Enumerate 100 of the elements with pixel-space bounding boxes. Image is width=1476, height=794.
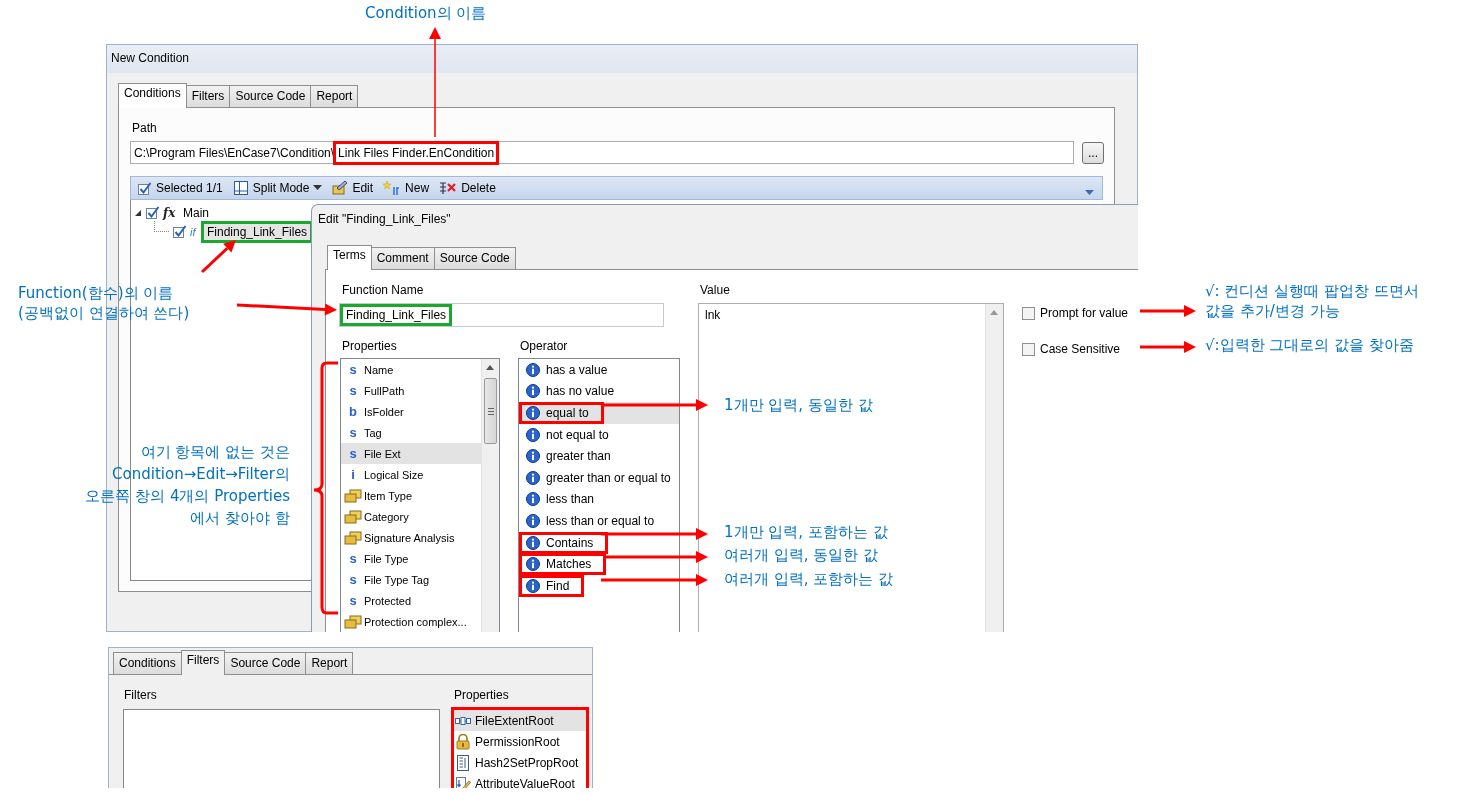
annotation-text: 여기 항목에 없는 것은 Condition→Edit→Filter의 오른쪽 창의 4개의 Properties 에서 찾아야 함 [85,442,290,529]
operator-item[interactable]: not equal to [519,423,679,446]
property-item[interactable]: Protection complex... [341,611,482,632]
annotation-text: 여러개 입력, 동일한 값 [724,545,879,565]
folder-icon [344,509,362,524]
type-icon: s [347,593,359,608]
tab[interactable]: Comment [370,247,435,269]
document-icon [455,754,471,771]
tab[interactable]: Report [305,652,354,674]
property-item[interactable]: FileExtentRoot [454,710,586,731]
split-view-icon [232,180,249,196]
lock-icon [455,733,471,750]
operator-item[interactable]: has a value [519,359,679,381]
annotation-text: √: 컨디션 실행때 팝업창 뜨면서 값을 추가/변경 가능 [1205,281,1419,321]
property-item[interactable]: s Name [341,359,482,380]
tab[interactable]: Source Code [224,652,307,674]
tab[interactable]: Filters [185,85,231,107]
function-icon: fx [163,205,177,220]
window-title: New Condition [111,50,190,67]
list-label: Properties [342,339,397,353]
info-icon [525,512,541,529]
checkbox-label[interactable]: Prompt for value [1040,306,1129,320]
tab[interactable]: Source Code [433,247,516,269]
operator-item[interactable]: less than [519,488,679,511]
checkbox[interactable] [1022,306,1035,320]
property-item[interactable]: Hash2SetPropRoot [454,752,586,773]
field-label: Value [700,283,730,297]
property-item[interactable]: s File Ext [341,443,482,464]
checkbox[interactable] [172,224,187,239]
scroll-thumb[interactable] [484,378,497,444]
property-item[interactable]: s Tag [341,422,482,443]
annotation-text: 여러개 입력, 포함하는 값 [724,569,894,589]
operator-item[interactable]: greater than or equal to [519,466,679,489]
info-icon [525,383,541,400]
scrollbar[interactable] [481,359,499,632]
info-icon [525,556,541,573]
browse-button[interactable]: ... [1082,141,1104,164]
annotation-text: √:입력한 그대로의 값을 찾아줌 [1205,335,1414,355]
tab[interactable]: Conditions [113,652,182,674]
edit-icon [332,180,349,196]
type-icon: i [347,467,359,482]
checkbox-icon [137,180,152,196]
info-icon [525,361,541,378]
tab[interactable]: Conditions [118,83,187,108]
tab[interactable]: Terms [327,245,372,270]
info-icon [525,534,541,551]
field-label: Function Name [342,283,424,297]
tab[interactable]: Source Code [229,85,312,107]
operator-item[interactable]: greater than [519,445,679,467]
checkbox-label[interactable]: Case Sensitive [1040,342,1121,356]
path-field[interactable]: C:\Program Files\EnCase7\Condition\ Link Files Finder.EnCondition [130,141,1074,164]
list-label: Operator [520,339,568,353]
toolbar-button[interactable]: New [405,181,430,195]
property-item[interactable]: PermissionRoot [454,731,586,752]
annotation-text: Function(함수)의 이름 (공백없이 연결하여 쓴다) [18,283,190,323]
property-item[interactable]: Signature Analysis [341,527,482,548]
operator-item[interactable]: has no value [519,380,679,403]
info-icon [525,491,541,508]
annotation-text: 1개만 입력, 포함하는 값 [724,522,888,542]
annotation-text: Condition의 이름 [365,3,487,23]
annotation-arrow [1140,341,1196,353]
checkbox[interactable] [145,205,160,220]
type-icon: s [347,425,359,440]
toolbar-button[interactable]: Edit [352,181,374,195]
property-item[interactable]: s FullPath [341,380,482,401]
property-item[interactable]: Item Type [341,485,482,506]
toolbar-button[interactable]: Delete [461,181,496,195]
type-icon: s [347,446,359,461]
tree-item[interactable]: Main [180,204,212,221]
property-item[interactable]: s File Type Tag [341,569,482,590]
checkbox[interactable] [1022,342,1035,356]
property-item[interactable]: i Logical Size [341,464,482,485]
type-icon: b [347,404,359,419]
property-item[interactable]: b IsFolder [341,401,482,422]
function-name-field[interactable]: Finding_Link_Files [339,303,664,327]
caret-icon[interactable] [313,185,323,191]
toolbar-button[interactable]: Selected 1/1 [156,181,223,195]
property-item[interactable]: s File Type [341,548,482,569]
annotation-arrow [1140,305,1196,317]
tab[interactable]: Filters [180,650,226,675]
chain-icon [455,715,471,726]
dropdown-arrow-icon[interactable] [1085,190,1094,196]
scroll-up-arrow-icon[interactable] [486,365,494,370]
folder-icon [344,614,362,629]
operator-item[interactable]: equal to [519,402,679,424]
tab[interactable]: Report [310,85,359,107]
list-label: Filters [124,687,158,703]
type-icon: s [347,383,359,398]
list-label: Properties [454,687,510,703]
annotation-arrow [200,240,236,274]
tree-item[interactable]: Finding_Link_Files [201,220,314,243]
toolbar-button[interactable]: Split Mode [252,181,310,195]
info-icon [525,448,541,465]
operator-item[interactable]: less than or equal to [519,510,679,532]
property-item[interactable]: AttributeValueRoot [454,773,586,788]
operator-item[interactable]: Find [519,574,679,597]
property-item[interactable]: Category [341,506,482,527]
property-item[interactable]: s Protected [341,590,482,611]
field-label: Path [132,121,157,135]
expand-arrow-icon[interactable] [134,208,142,217]
